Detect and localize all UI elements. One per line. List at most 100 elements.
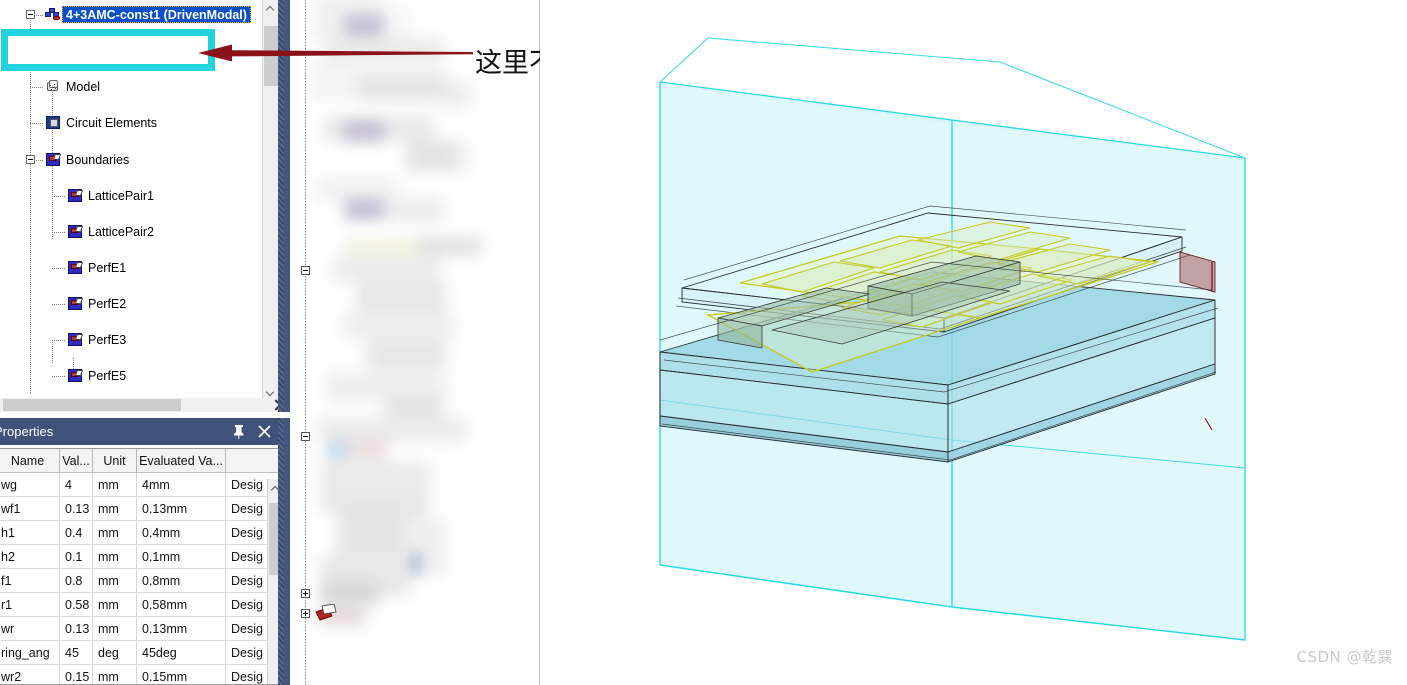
cell-type: Desig	[231, 646, 263, 660]
cell-name: wg	[0, 473, 60, 497]
red-arrow-annotation	[198, 44, 473, 62]
tree-horizontal-scrollbar[interactable]	[0, 398, 284, 412]
project-icon	[45, 8, 60, 21]
pin-icon[interactable]	[232, 424, 246, 439]
boundary-icon	[68, 297, 84, 310]
tree-dash	[36, 160, 44, 161]
application-screenshot: 4+3AMC-const1 (DrivenModal) 3D Component…	[0, 0, 1407, 685]
cell-unit: mm	[93, 521, 137, 545]
boundary-icon	[68, 333, 84, 346]
expander-collapse-icon[interactable]	[301, 266, 310, 275]
cell-value: 0.15	[60, 665, 93, 684]
boundary-icon	[68, 189, 84, 202]
table-row[interactable]: f1 0.8 mm 0.8mm Desig	[0, 569, 283, 593]
tree-item-model[interactable]: Model	[0, 78, 268, 96]
expander-expand-icon[interactable]	[301, 609, 310, 618]
cell-unit: mm	[93, 593, 137, 617]
table-row[interactable]: h2 0.1 mm 0.1mm Desig	[0, 545, 283, 569]
column-header-evaluated[interactable]: Evaluated Va...	[137, 449, 226, 473]
expander-collapse-icon[interactable]	[26, 10, 35, 19]
column-header-value[interactable]: Val...	[60, 449, 93, 473]
properties-grid[interactable]: Name Val... Unit Evaluated Va... wg 4 mm…	[0, 448, 284, 685]
cell-name: wr	[0, 617, 60, 641]
tree-item-label: LatticePair2	[88, 225, 155, 239]
properties-title-bar: Properties	[0, 418, 284, 445]
tree-dash	[52, 232, 66, 233]
cell-name: wr2	[0, 665, 60, 684]
table-row[interactable]: wg 4 mm 4mm Desig	[0, 473, 283, 497]
table-row[interactable]: wr 0.13 mm 0.13mm Desig	[0, 617, 283, 641]
tree-guide-line	[305, 0, 306, 685]
column-header-unit[interactable]: Unit	[93, 449, 137, 473]
cell-value: 0.8	[60, 569, 93, 593]
cell-evaluated: 0.58mm	[137, 593, 226, 617]
cell-unit: mm	[93, 497, 137, 521]
expander-collapse-icon[interactable]	[301, 432, 310, 441]
chevron-up-icon	[267, 6, 274, 13]
properties-panel: Properties Name Val... Unit Evaluated Va…	[0, 418, 290, 685]
table-row[interactable]: wf1 0.13 mm 0.13mm Desig	[0, 497, 283, 521]
tree-item-perfe5[interactable]: PerfE5	[0, 367, 268, 385]
3d-modeler-view[interactable]	[540, 0, 1407, 685]
close-icon[interactable]	[257, 424, 272, 439]
properties-title-label: Properties	[0, 424, 54, 439]
cell-evaluated: 45deg	[137, 641, 226, 665]
tree-item-project[interactable]: 4+3AMC-const1 (DrivenModal)	[0, 6, 268, 24]
cell-value: 4	[60, 473, 93, 497]
cell-value: 0.58	[60, 593, 93, 617]
cell-value: 0.13	[60, 497, 93, 521]
chevron-up-icon[interactable]	[272, 486, 279, 493]
tree-item-latticepair2[interactable]: LatticePair2	[0, 223, 268, 241]
tree-item-label: PerfE3	[88, 333, 127, 347]
cell-evaluated: 0.4mm	[137, 521, 226, 545]
tree-item-perfe1[interactable]: PerfE1	[0, 259, 268, 277]
cell-evaluated: 0.13mm	[137, 497, 226, 521]
excitation-icon	[315, 604, 337, 621]
table-row[interactable]: h1 0.4 mm 0.4mm Desig	[0, 521, 283, 545]
cell-name: ring_ang	[0, 641, 60, 665]
cell-type: Desig	[231, 598, 263, 612]
table-row[interactable]: wr2 0.15 mm 0.15mm Desig	[0, 665, 283, 684]
blurred-secondary-tree-panel	[296, 0, 540, 685]
expander-expand-icon[interactable]	[301, 589, 310, 598]
tree-item-latticepair1[interactable]: LatticePair1	[0, 187, 268, 205]
3d-model-geometry	[659, 37, 1246, 641]
properties-vertical-scrollbar[interactable]	[267, 479, 283, 684]
column-header-type[interactable]	[226, 449, 268, 473]
tree-dash	[52, 340, 66, 341]
tree-item-label: PerfE5	[88, 369, 127, 383]
tree-dash	[36, 15, 44, 16]
tree-item-label-project[interactable]: 4+3AMC-const1 (DrivenModal)	[62, 6, 251, 23]
scroll-right-button[interactable]	[268, 398, 284, 412]
tree-item-circuit-elements[interactable]: Circuit Elements	[0, 114, 268, 132]
scroll-up-button[interactable]	[263, 0, 279, 16]
tree-item-perfe2[interactable]: PerfE2	[0, 295, 268, 313]
boundary-icon	[46, 153, 62, 166]
tree-dash	[52, 376, 66, 377]
cell-unit: mm	[93, 617, 137, 641]
cell-value: 0.1	[60, 545, 93, 569]
table-row[interactable]: r1 0.58 mm 0.58mm Desig	[0, 593, 283, 617]
circuit-elements-icon	[46, 116, 60, 129]
cell-type: Desig	[231, 526, 263, 540]
table-row[interactable]: ring_ang 45 deg 45deg Desig	[0, 641, 283, 665]
cell-unit: mm	[93, 473, 137, 497]
boundary-icon	[68, 225, 84, 238]
cell-value: 0.4	[60, 521, 93, 545]
tree-item-perfe3[interactable]: PerfE3	[0, 331, 268, 349]
chevron-down-icon	[267, 390, 274, 397]
tree-item-label: PerfE2	[88, 297, 127, 311]
scrollbar-thumb[interactable]	[269, 503, 283, 575]
scrollbar-thumb-horizontal[interactable]	[3, 399, 181, 411]
tree-dash	[52, 196, 66, 197]
cell-type: Desig	[231, 574, 263, 588]
column-header-name[interactable]: Name	[0, 449, 60, 473]
boundary-icon	[68, 369, 84, 382]
cell-type: Desig	[231, 550, 263, 564]
tree-dash	[52, 304, 66, 305]
cell-unit: mm	[93, 545, 137, 569]
tree-item-boundaries[interactable]: Boundaries	[0, 151, 268, 169]
cell-type: Desig	[231, 478, 263, 492]
expander-collapse-icon[interactable]	[26, 155, 35, 164]
teal-highlight-box	[1, 29, 215, 71]
